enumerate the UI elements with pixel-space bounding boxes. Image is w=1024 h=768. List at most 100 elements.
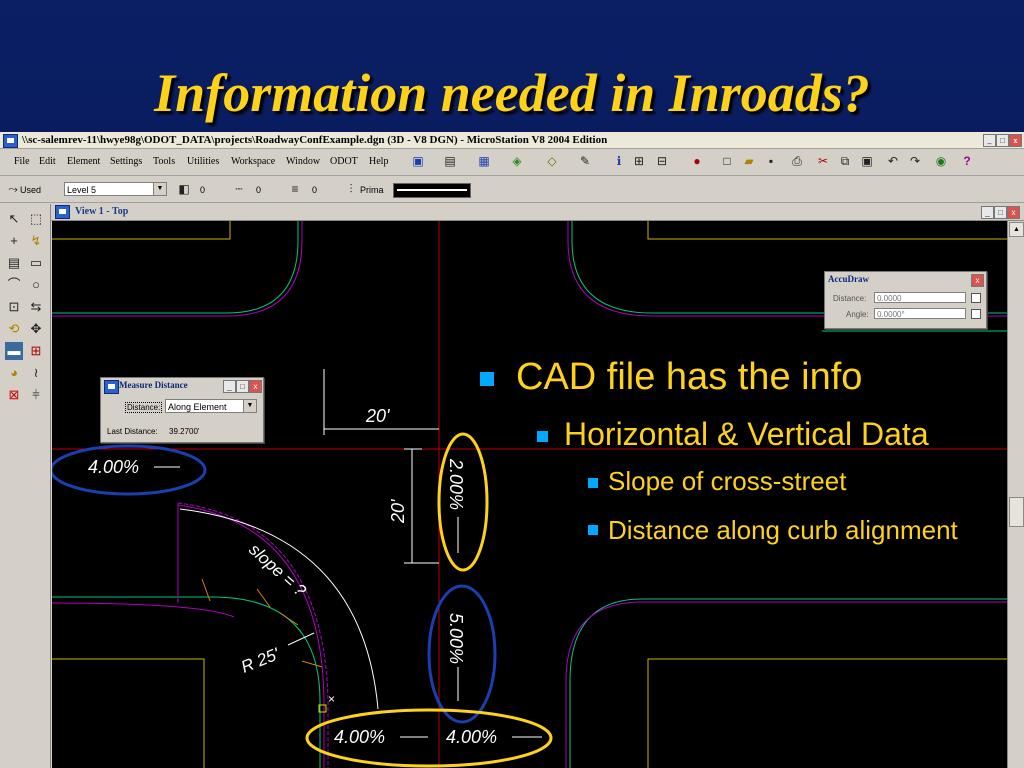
active-line-preview [393,183,471,198]
scroll-up-icon[interactable]: ▲ [1009,222,1024,237]
style-value[interactable]: 0 [256,185,261,195]
smartline-icon[interactable]: ↯ [27,232,45,250]
delete-icon[interactable]: ⊠ [5,386,23,404]
print-icon[interactable]: ⎙ [790,154,804,168]
used-levels-icon[interactable]: ⤳ [6,182,20,196]
accudraw-dialog: AccuDraw x Distance: 0.0000 Angle: 0.000… [824,271,987,329]
vertical-scrollbar[interactable]: ▲ [1007,221,1024,768]
measure-close-icon[interactable]: x [249,380,262,393]
info-icon[interactable]: ℹ [612,154,626,168]
maximize-icon[interactable]: □ [996,134,1009,147]
point-icon[interactable]: + [5,232,23,250]
measure-distance-label: Distance: [125,402,163,413]
level-select[interactable]: Level 5 ▼ [64,182,167,196]
menu-edit[interactable]: Edit [39,156,56,167]
menu-help[interactable]: Help [369,156,388,167]
slope-top-label: 2.00% [446,458,466,510]
line-style-icon[interactable]: ┄ [232,182,246,196]
record-icon[interactable]: ● [690,154,704,168]
cell-icon[interactable]: ⊡ [5,298,23,316]
slope-bottom-right-label: 4.00% [446,727,497,747]
class-label[interactable]: Prima [360,185,384,195]
select-icon[interactable]: ↖ [5,210,23,228]
view-maximize-icon[interactable]: □ [994,206,1007,219]
redo-icon[interactable]: ↷ [908,154,922,168]
menu-settings[interactable]: Settings [110,156,142,167]
menu-window[interactable]: Window [286,156,320,167]
view-close-icon[interactable]: x [1007,206,1020,219]
paste-icon[interactable]: ▣ [860,154,874,168]
new-file-icon[interactable]: □ [720,154,734,168]
bullet-level2: Horizontal & Vertical Data [537,416,929,453]
view-minimize-icon[interactable]: _ [981,206,994,219]
line-weight-icon[interactable]: ≡ [288,182,302,196]
menu-tools[interactable]: Tools [153,156,175,167]
measure-method-value: Along Element [168,402,227,412]
bullet-square-icon [480,371,494,386]
snap-icon[interactable]: ✎ [578,154,592,168]
accudraw-distance-lock[interactable] [971,293,981,303]
menu-element[interactable]: Element [67,156,100,167]
modify-icon[interactable]: ⟲ [5,320,23,338]
color-value[interactable]: 0 [200,185,205,195]
measure-icon[interactable]: ⊞ [632,154,646,168]
bullet-level3a-text: Slope of cross-street [608,466,847,496]
view-title: View 1 - Top [75,206,129,217]
measure-minimize-icon[interactable]: _ [223,380,236,393]
accudraw-angle-field[interactable]: 0.0000° [874,308,966,319]
accudraw-title: AccuDraw [828,274,869,284]
manipulate-icon[interactable]: ✥ [27,320,45,338]
menu-file[interactable]: File [14,156,30,167]
measure-distance-dialog: Measure Distance _ □ x Distance: Along E… [100,377,264,443]
measure-method-select[interactable]: Along Element ▼ [165,399,257,413]
levels-icon[interactable]: ◇ [545,154,559,168]
fence-icon[interactable]: ⬚ [27,210,45,228]
measure-tool-icon[interactable]: ▬ [5,342,23,360]
references-icon[interactable]: ◈ [510,154,524,168]
menu-odot[interactable]: ODOT [330,156,358,167]
bullet-level3b: Distance along curb alignment [588,512,968,548]
accudraw-angle-lock[interactable] [971,309,981,319]
display-icon[interactable]: ⊟ [655,154,669,168]
dimension-icon[interactable]: ⇆ [27,298,45,316]
text-icon[interactable]: ▤ [5,254,23,272]
accudraw-close-icon[interactable]: x [971,274,984,287]
grid-icon[interactable]: ▦ [477,154,491,168]
help-icon[interactable]: ? [960,154,974,168]
microstation-logo-icon [3,134,18,148]
curve-icon[interactable]: ≀ [27,364,45,382]
minimize-icon[interactable]: _ [983,134,996,147]
copy-icon[interactable]: ⧉ [838,154,852,168]
save-icon[interactable]: ▪ [764,154,778,168]
scroll-thumb[interactable] [1009,497,1024,527]
web-icon[interactable]: ◉ [934,154,948,168]
accudraw-distance-field[interactable]: 0.0000 [874,292,966,303]
undo-icon[interactable]: ↶ [886,154,900,168]
main-tool-palette: ↖ ⬚ + ↯ ▤ ▭ ⌒ ○ ⊡ ⇆ ⟲ ✥ ▬ ⊞ ◕ ≀ ⊠ ⫩ [0,204,51,768]
rectangle-icon[interactable]: ▭ [27,254,45,272]
bullet-level1: CAD file has the info [480,356,862,399]
bullet-level3b-text: Distance along curb alignment [608,515,958,545]
cut-icon[interactable]: ✂ [816,154,830,168]
trim-icon[interactable]: ⫩ [27,386,45,404]
element-selection-icon[interactable]: ▣ [411,154,425,168]
measure-chevron-down-icon: ▼ [243,400,256,412]
open-file-icon[interactable]: ▰ [742,154,756,168]
close-icon[interactable]: x [1009,134,1022,147]
bullet-level3a: Slope of cross-street [588,466,846,497]
place-fence-icon[interactable]: ▤ [443,154,457,168]
fill-icon[interactable]: ◕ [5,364,23,382]
circle-icon[interactable]: ○ [27,276,45,294]
measure-maximize-icon[interactable]: □ [236,380,249,393]
menu-utilities[interactable]: Utilities [187,156,219,167]
last-distance-label: Last Distance: [107,427,158,436]
arc-icon[interactable]: ⌒ [5,276,23,294]
drop-element-icon[interactable]: ⊞ [27,342,45,360]
window-titlebar: \\sc-salemrev-11\hwye98g\ODOT_DATA\proje… [0,132,1024,149]
class-icon[interactable]: ⫶ [344,182,358,196]
color-icon[interactable]: ◧ [177,182,191,196]
used-label: Used [20,185,42,195]
weight-value[interactable]: 0 [312,185,317,195]
menu-workspace[interactable]: Workspace [231,156,275,167]
bullet-square-icon [537,431,548,443]
